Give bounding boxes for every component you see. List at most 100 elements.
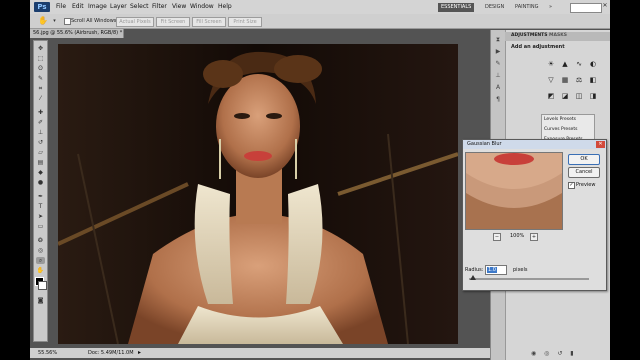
- close-window-icon[interactable]: ✕: [601, 2, 609, 10]
- radius-slider-thumb[interactable]: [469, 275, 476, 280]
- hand-tool-small-icon[interactable]: ✋: [36, 267, 45, 274]
- radius-unit-label: pixels: [513, 267, 528, 273]
- options-bar: ✋ ▾ Scroll All Windows Actual Pixels Fit…: [30, 14, 610, 29]
- photoshop-window: Ps File Edit Image Layer Select Filter V…: [30, 0, 610, 360]
- quick-mask-icon[interactable]: ◙: [36, 297, 45, 304]
- quick-select-tool-icon[interactable]: ✎: [36, 75, 45, 82]
- scroll-all-windows-checkbox[interactable]: [64, 18, 71, 25]
- radius-slider[interactable]: [469, 275, 589, 280]
- menu-filter[interactable]: Filter: [152, 3, 167, 10]
- menu-help[interactable]: Help: [218, 3, 232, 10]
- preview-checkbox[interactable]: ✓: [568, 182, 575, 189]
- 3d-orbit-tool-icon[interactable]: ◎: [36, 247, 45, 254]
- photo-filter-icon[interactable]: ◩: [547, 92, 555, 100]
- zoom-out-button[interactable]: −: [493, 233, 501, 241]
- close-icon[interactable]: ✕: [596, 141, 605, 148]
- dialog-title-bar[interactable]: Gaussian Blur ✕: [463, 140, 606, 149]
- shape-tool-icon[interactable]: ▭: [36, 223, 45, 230]
- menu-window[interactable]: Window: [190, 3, 214, 10]
- tab-adjustments[interactable]: ADJUSTMENTS: [511, 33, 548, 38]
- menu-view[interactable]: View: [172, 3, 186, 10]
- menu-edit[interactable]: Edit: [72, 3, 84, 10]
- eraser-tool-icon[interactable]: ▱: [36, 149, 45, 156]
- cancel-button[interactable]: Cancel: [568, 167, 600, 178]
- photo-image: [58, 44, 458, 344]
- actions-panel-icon[interactable]: ▶: [494, 48, 502, 56]
- history-brush-tool-icon[interactable]: ↺: [36, 139, 45, 146]
- document-canvas[interactable]: [58, 44, 458, 344]
- path-selection-tool-icon[interactable]: ➤: [36, 213, 45, 220]
- exposure-icon[interactable]: ◐: [589, 60, 597, 68]
- tab-masks[interactable]: MASKS: [549, 33, 567, 38]
- search-input[interactable]: [570, 3, 602, 13]
- lasso-tool-icon[interactable]: ʘ: [36, 65, 45, 72]
- actual-pixels-button[interactable]: Actual Pixels: [116, 17, 154, 27]
- hand-tool-icon[interactable]: ✋: [38, 17, 48, 25]
- marquee-tool-icon[interactable]: ⬚: [36, 55, 45, 62]
- hue-saturation-icon[interactable]: ▦: [561, 76, 569, 84]
- brush-tool-icon[interactable]: ✐: [36, 119, 45, 126]
- radius-field[interactable]: 1.0: [485, 265, 507, 275]
- zoom-level[interactable]: 55.56%: [38, 348, 57, 358]
- healing-brush-tool-icon[interactable]: ✚: [36, 109, 45, 116]
- gradient-tool-icon[interactable]: ▤: [36, 159, 45, 166]
- brush-panel-icon[interactable]: ✎: [494, 60, 502, 68]
- adjustments-tab-bar: ADJUSTMENTS MASKS: [505, 32, 610, 41]
- preview-zoom-controls: − 100% +: [493, 232, 538, 241]
- workspace-design[interactable]: DESIGN: [482, 3, 507, 12]
- clone-source-panel-icon[interactable]: ⊥: [494, 72, 502, 80]
- print-size-button[interactable]: Print Size: [228, 17, 262, 27]
- menu-select[interactable]: Select: [130, 3, 149, 10]
- crop-tool-icon[interactable]: ⌗: [36, 85, 45, 92]
- paragraph-panel-icon[interactable]: ¶: [494, 96, 502, 104]
- panel-bottom-toolbar: ◉ ◎ ↺ ▮: [531, 350, 609, 358]
- clip-layer-icon[interactable]: ◉: [531, 350, 539, 357]
- history-panel-icon[interactable]: ⧗: [494, 36, 502, 44]
- channel-mixer-icon[interactable]: ◪: [561, 92, 569, 100]
- document-tab[interactable]: 56.jpg @ 55.6% (Airbrush, RGB/8) *: [30, 29, 124, 38]
- fill-screen-button[interactable]: Fill Screen: [192, 17, 226, 27]
- menu-layer[interactable]: Layer: [110, 3, 127, 10]
- menu-file[interactable]: File: [56, 3, 66, 10]
- workspace-more-button[interactable]: »: [546, 3, 555, 12]
- 3d-rotate-tool-icon[interactable]: ❂: [36, 237, 45, 244]
- blur-tool-icon[interactable]: ◆: [36, 169, 45, 176]
- fit-screen-button[interactable]: Fit Screen: [156, 17, 190, 27]
- document-size-info: Doc: 5.49M/11.0M: [88, 350, 134, 356]
- scroll-all-windows-label: Scroll All Windows: [71, 18, 117, 24]
- trash-icon[interactable]: ▮: [570, 350, 576, 357]
- visibility-eye-icon[interactable]: ◎: [544, 350, 552, 357]
- color-balance-icon[interactable]: ⚖: [575, 76, 583, 84]
- workspace-painting[interactable]: PAINTING: [512, 3, 541, 12]
- levels-presets-item[interactable]: Levels Presets: [544, 117, 576, 122]
- gaussian-blur-dialog: Gaussian Blur ✕ OK Cancel ✓ Preview − 10…: [462, 139, 607, 291]
- workspace-essentials[interactable]: ESSENTIALS: [438, 3, 475, 12]
- radius-label: Radius:: [465, 267, 484, 273]
- zoom-tool-icon[interactable]: ⌕: [36, 257, 45, 264]
- dodge-tool-icon[interactable]: ●: [36, 179, 45, 186]
- filter-preview[interactable]: [465, 152, 563, 230]
- vibrance-icon[interactable]: ▽: [547, 76, 555, 84]
- brightness-contrast-icon[interactable]: ☀: [547, 60, 555, 68]
- levels-icon[interactable]: ▲: [561, 60, 569, 68]
- character-panel-icon[interactable]: A: [494, 84, 502, 92]
- toolbox: ✥ ⬚ ʘ ✎ ⌗ ⁄ ✚ ✐ ⊥ ↺ ▱ ▤ ◆ ● ✒ T ➤ ▭ ❂ ◎ …: [33, 40, 48, 342]
- ok-button[interactable]: OK: [568, 154, 600, 165]
- black-white-icon[interactable]: ◧: [589, 76, 597, 84]
- menu-image[interactable]: Image: [88, 3, 107, 10]
- zoom-in-button[interactable]: +: [530, 233, 538, 241]
- pen-tool-icon[interactable]: ✒: [36, 193, 45, 200]
- type-tool-icon[interactable]: T: [36, 203, 45, 210]
- reset-icon[interactable]: ↺: [557, 350, 565, 357]
- curves-presets-item[interactable]: Curves Presets: [544, 127, 577, 132]
- invert-icon[interactable]: ◫: [575, 92, 583, 100]
- preview-image: [466, 153, 562, 229]
- eyedropper-tool-icon[interactable]: ⁄: [36, 95, 45, 102]
- move-tool-icon[interactable]: ✥: [36, 45, 45, 52]
- posterize-icon[interactable]: ◨: [589, 92, 597, 100]
- clone-stamp-tool-icon[interactable]: ⊥: [36, 129, 45, 136]
- curves-icon[interactable]: ∿: [575, 60, 583, 68]
- status-menu-arrow-icon[interactable]: ▸: [138, 348, 141, 358]
- background-color-swatch[interactable]: [38, 281, 47, 290]
- tool-preset-dropdown-icon[interactable]: ▾: [50, 18, 59, 25]
